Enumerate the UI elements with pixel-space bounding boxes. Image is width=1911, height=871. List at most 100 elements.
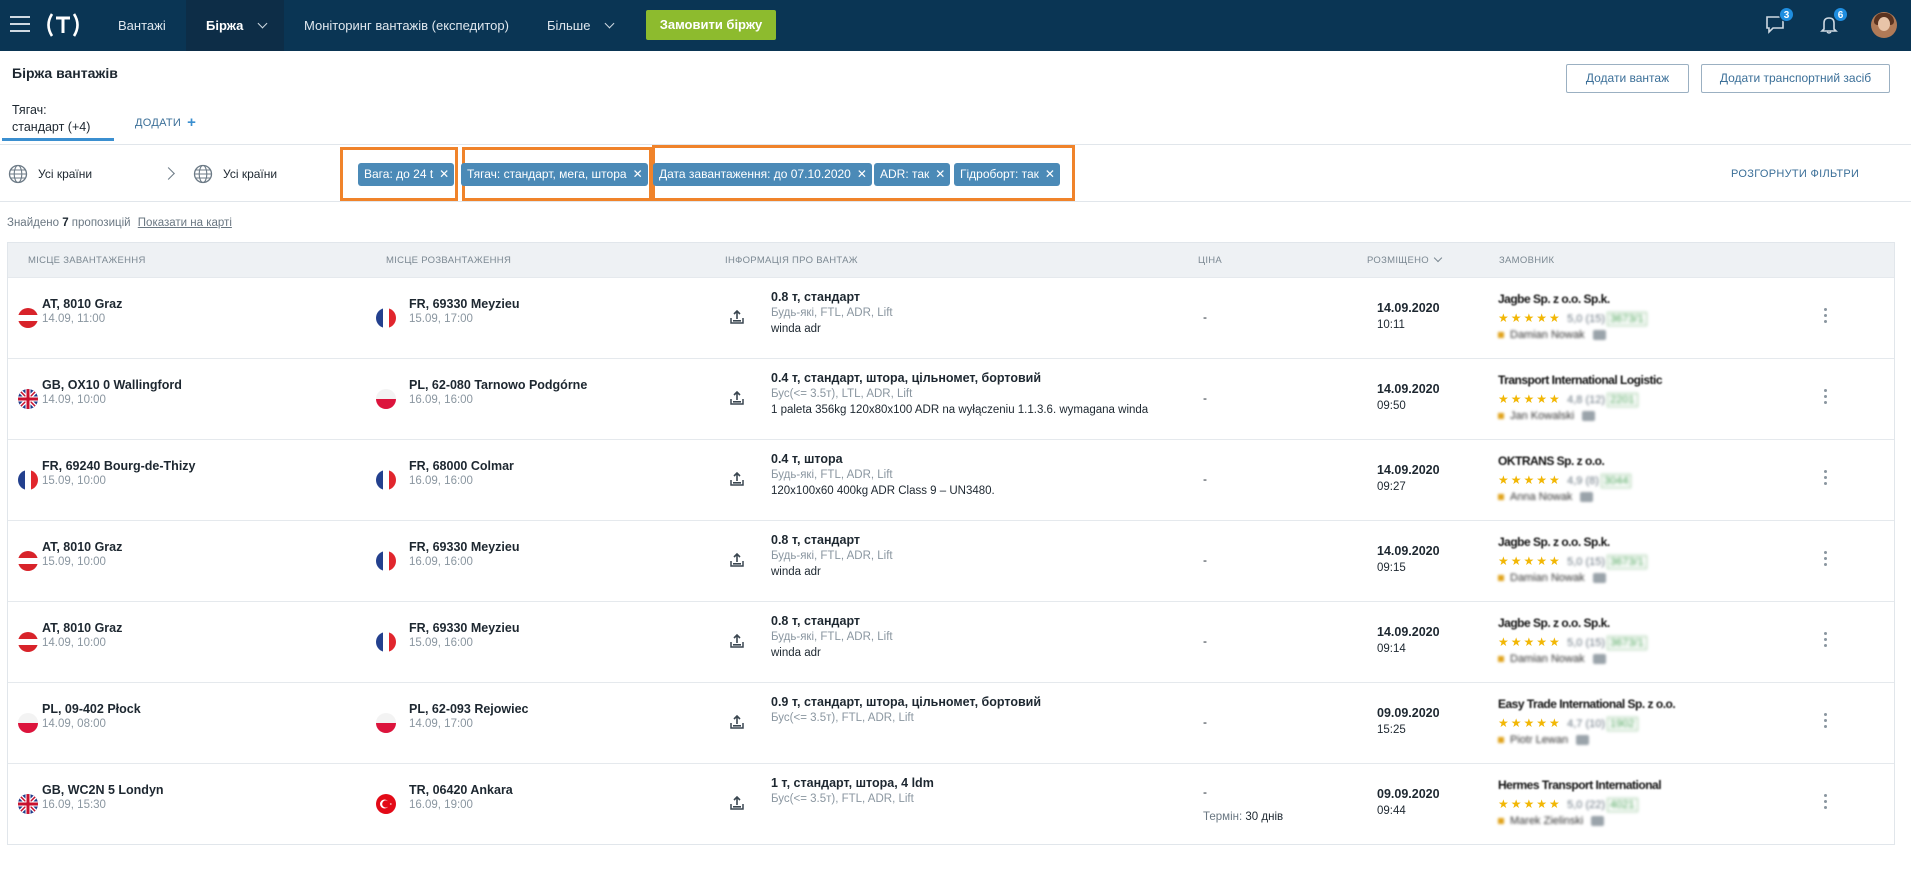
- header-unloading[interactable]: МІСЦЕ РОЗВАНТАЖЕННЯ: [386, 255, 511, 266]
- customer-card[interactable]: Jagbe Sp. z o.o. Sp.k. ★★★★★ 5,0 (15) 367…: [1498, 616, 1738, 674]
- table-row[interactable]: PL, 09-402 Płock 14.09, 08:00 PL, 62-093…: [8, 682, 1894, 763]
- rating-stars: ★★★★★ 4,8 (12) 2201: [1498, 392, 1638, 407]
- customer-contact: Damian Nowak: [1498, 572, 1606, 584]
- table-row[interactable]: AT, 8010 Graz 14.09, 11:00 FR, 69330 Mey…: [8, 277, 1894, 358]
- trans-logo-icon[interactable]: [44, 12, 82, 38]
- more-actions-icon[interactable]: [1824, 470, 1828, 488]
- cargo-info: 0.4 т, штора: [771, 452, 843, 466]
- more-actions-icon[interactable]: [1824, 794, 1828, 812]
- rating-stars: ★★★★★ 4,9 (8) 3044: [1498, 473, 1632, 488]
- tab-saved-filter[interactable]: Тягач: стандарт (+4): [2, 98, 114, 141]
- chat-icon[interactable]: [1580, 492, 1594, 503]
- customer-name[interactable]: Jagbe Sp. z o.o. Sp.k.: [1498, 292, 1610, 306]
- table-row[interactable]: AT, 8010 Graz 14.09, 10:00 FR, 69330 Mey…: [8, 601, 1894, 682]
- more-actions-icon[interactable]: [1824, 632, 1828, 650]
- unloading-date: 16.09, 16:00: [409, 394, 473, 406]
- close-icon[interactable]: ✕: [935, 167, 945, 181]
- customer-card[interactable]: Easy Trade International Sp. z o.o. ★★★★…: [1498, 697, 1738, 755]
- customer-card[interactable]: OKTRANS Sp. z o.o. ★★★★★ 4,9 (8) 3044 Ann…: [1498, 454, 1738, 512]
- customer-name[interactable]: Jagbe Sp. z o.o. Sp.k.: [1498, 535, 1610, 549]
- more-actions-icon[interactable]: [1824, 308, 1828, 326]
- messages-icon[interactable]: 3: [1764, 7, 1794, 37]
- customer-name[interactable]: Hermes Transport International: [1498, 778, 1662, 792]
- tab-label-line2: стандарт (+4): [12, 120, 91, 134]
- customer-name[interactable]: Easy Trade International Sp. z o.o.: [1498, 697, 1676, 711]
- cargo-info: 0.9 т, стандарт, штора, цільномет, борто…: [771, 695, 1042, 709]
- company-badge: 3673/1: [1607, 312, 1647, 326]
- customer-name[interactable]: Jagbe Sp. z o.o. Sp.k.: [1498, 616, 1610, 630]
- customer-name[interactable]: Transport International Logistic: [1498, 373, 1663, 387]
- user-avatar[interactable]: [1871, 12, 1897, 38]
- posted-time: 10:11: [1377, 319, 1405, 331]
- table-row[interactable]: AT, 8010 Graz 15.09, 10:00 FR, 69330 Mey…: [8, 520, 1894, 601]
- chat-icon[interactable]: [1576, 735, 1590, 746]
- posted-date: 14.09.2020: [1377, 301, 1440, 315]
- more-actions-icon[interactable]: [1824, 551, 1828, 569]
- unloading-place: PL, 62-080 Tarnowo Podgórne: [409, 378, 588, 392]
- chat-icon[interactable]: [1591, 816, 1605, 827]
- posted-date: 14.09.2020: [1377, 463, 1440, 477]
- header-cargo[interactable]: ІНФОРМАЦІЯ ПРО ВАНТАЖ: [725, 255, 858, 266]
- customer-name[interactable]: OKTRANS Sp. z o.o.: [1498, 454, 1605, 468]
- header-customer[interactable]: ЗАМОВНИК: [1499, 255, 1554, 266]
- table-row[interactable]: FR, 69240 Bourg-de-Thizy 15.09, 10:00 FR…: [8, 439, 1894, 520]
- close-icon[interactable]: ✕: [439, 167, 449, 181]
- header-price[interactable]: ЦІНА: [1198, 255, 1222, 266]
- rating-value: 5,0 (15): [1567, 637, 1606, 649]
- results-summary: Знайдено 7 пропозицій Показати на карті: [7, 217, 232, 229]
- table-row[interactable]: GB, OX10 0 Wallingford 14.09, 10:00 PL, …: [8, 358, 1894, 439]
- more-actions-icon[interactable]: [1824, 713, 1828, 731]
- nav-item-more[interactable]: Більше: [547, 0, 627, 51]
- rating-stars: ★★★★★ 4,7 (10) 1902: [1498, 716, 1638, 731]
- price: -: [1203, 785, 1207, 799]
- more-actions-icon[interactable]: [1824, 389, 1828, 407]
- rating-value: 5,0 (15): [1567, 313, 1606, 325]
- show-on-map-link[interactable]: Показати на карті: [138, 217, 232, 229]
- unloading-date: 16.09, 16:00: [409, 556, 473, 568]
- header-posted[interactable]: РОЗМІЩЕНО: [1367, 253, 1443, 266]
- messages-count-badge: 3: [1779, 7, 1794, 22]
- nav-item-monitoring[interactable]: Моніторинг вантажів (експедитор): [304, 0, 524, 51]
- customer-card[interactable]: Hermes Transport International ★★★★★ 5,0…: [1498, 778, 1738, 836]
- chat-icon[interactable]: [1592, 330, 1606, 341]
- unloading-place: FR, 69330 Meyzieu: [409, 297, 520, 311]
- to-country-selector[interactable]: Усі країни: [193, 164, 277, 184]
- close-icon[interactable]: ✕: [633, 167, 643, 181]
- table-row[interactable]: GB, WC2N 5 Londyn 16.09, 15:30 TR, 06420…: [8, 763, 1894, 844]
- globe-icon: [8, 164, 28, 184]
- filter-chip-loading-date[interactable]: Дата завантаження: до 07.10.2020 ✕: [653, 163, 872, 186]
- filter-chip-tail-lift[interactable]: Гідроборт: так ✕: [954, 163, 1060, 186]
- add-vehicle-button[interactable]: Додати транспортний засіб: [1701, 64, 1890, 93]
- filter-chip-tractor[interactable]: Тягач: стандарт, мега, штора ✕: [461, 163, 648, 186]
- bell-icon[interactable]: 6: [1818, 7, 1848, 37]
- filter-chip-weight[interactable]: Вага: до 24 t ✕: [358, 163, 455, 186]
- chip-label: Гідроборт: так: [960, 167, 1039, 181]
- close-icon[interactable]: ✕: [1045, 167, 1055, 181]
- order-exchange-button[interactable]: Замовити біржу: [646, 10, 776, 40]
- expand-filters-link[interactable]: РОЗГОРНУТИ ФІЛЬТРИ: [1731, 168, 1859, 180]
- cargo-info: 0.8 т, стандарт: [771, 614, 861, 628]
- unloading-place: TR, 06420 Ankara: [409, 783, 513, 797]
- chat-icon[interactable]: [1582, 411, 1596, 422]
- from-country-selector[interactable]: Усі країни: [8, 164, 92, 184]
- customer-card[interactable]: Jagbe Sp. z o.o. Sp.k. ★★★★★ 5,0 (15) 367…: [1498, 292, 1738, 350]
- header-loading[interactable]: МІСЦЕ ЗАВАНТАЖЕННЯ: [28, 255, 146, 266]
- page-title: Біржа вантажів: [12, 65, 118, 81]
- rating-stars: ★★★★★ 5,0 (15) 3673/1: [1498, 635, 1647, 650]
- contact-name: Damian Nowak: [1510, 329, 1585, 341]
- close-icon[interactable]: ✕: [857, 167, 867, 181]
- nav-item-exchange[interactable]: Біржа: [186, 0, 284, 51]
- menu-icon[interactable]: [10, 16, 30, 37]
- customer-card[interactable]: Transport International Logistic ★★★★★ 4…: [1498, 373, 1738, 431]
- tab-add-button[interactable]: ДОДАТИ +: [135, 113, 196, 131]
- nav-item-cargo[interactable]: Вантажі: [104, 0, 182, 51]
- from-flag-icon: [18, 632, 38, 652]
- filter-chip-adr[interactable]: ADR: так ✕: [874, 163, 951, 186]
- contact-name: Damian Nowak: [1510, 653, 1585, 665]
- add-cargo-button[interactable]: Додати вантаж: [1566, 64, 1689, 93]
- notifications-count-badge: 6: [1833, 7, 1848, 22]
- unloading-date: 15.09, 17:00: [409, 313, 473, 325]
- chat-icon[interactable]: [1592, 654, 1606, 665]
- customer-card[interactable]: Jagbe Sp. z o.o. Sp.k. ★★★★★ 5,0 (15) 367…: [1498, 535, 1738, 593]
- chat-icon[interactable]: [1592, 573, 1606, 584]
